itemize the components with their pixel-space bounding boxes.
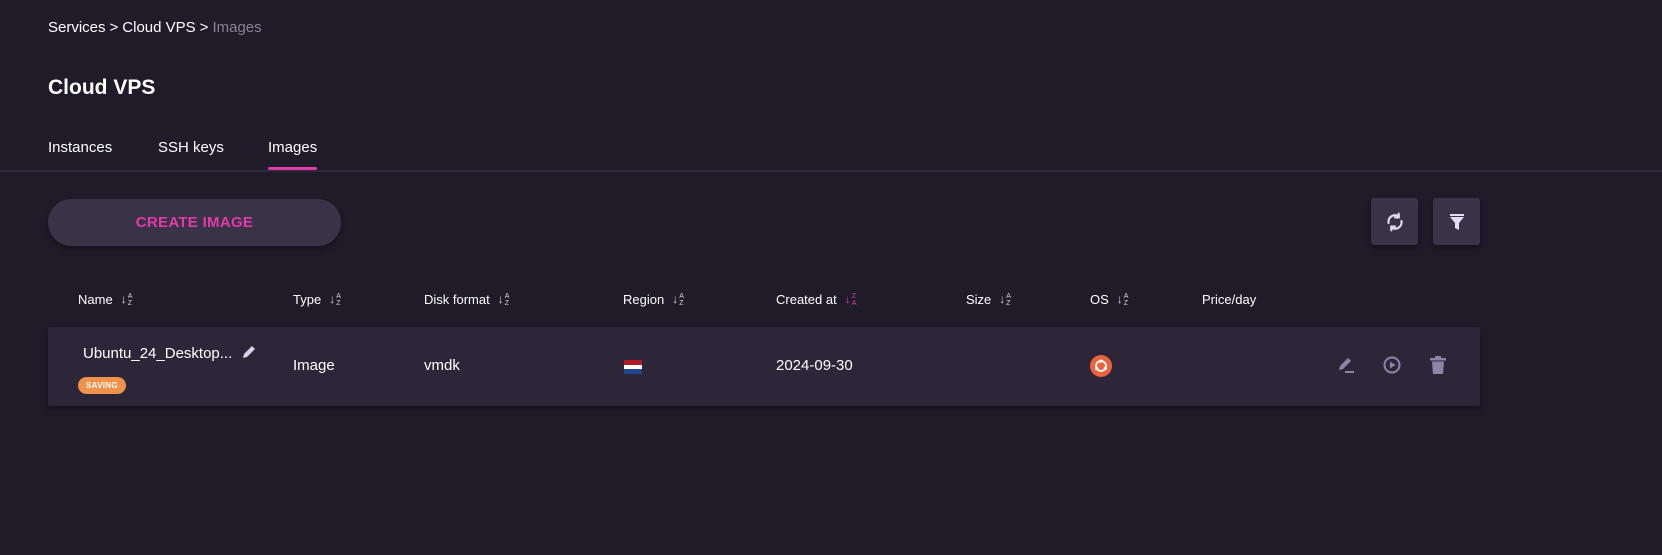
page-title: Cloud VPS bbox=[48, 76, 156, 99]
column-header-region: Region ↓ A Z bbox=[623, 292, 684, 307]
breadcrumb-services[interactable]: Services bbox=[48, 19, 106, 36]
disk-format: vmdk bbox=[424, 357, 460, 374]
sort-icon[interactable]: ↓ A Z bbox=[329, 293, 341, 307]
sort-icon[interactable]: ↓ A Z bbox=[672, 293, 684, 307]
column-label: OS bbox=[1090, 292, 1109, 307]
status-badge: SAVING bbox=[78, 377, 126, 394]
column-label: Region bbox=[623, 292, 665, 307]
sort-icon[interactable]: ↓ A Z bbox=[498, 293, 510, 307]
column-header-type: Type ↓ A Z bbox=[293, 292, 341, 307]
breadcrumb-separator: > bbox=[199, 19, 209, 36]
column-header-os: OS ↓ A Z bbox=[1090, 292, 1128, 307]
table-row[interactable]: Ubuntu_24_Desktop... SAVING Image vmdk 2… bbox=[48, 327, 1480, 406]
ubuntu-icon bbox=[1090, 355, 1112, 377]
column-header-disk-format: Disk format ↓ A Z bbox=[424, 292, 509, 307]
rename-button[interactable] bbox=[240, 343, 258, 361]
start-button[interactable] bbox=[1381, 354, 1403, 376]
refresh-button[interactable] bbox=[1371, 198, 1418, 245]
column-label: Disk format bbox=[424, 292, 490, 307]
created-at: 2024-09-30 bbox=[776, 357, 853, 374]
sort-icon-active[interactable]: ↓ Z A bbox=[845, 293, 857, 307]
filter-button[interactable] bbox=[1433, 198, 1480, 245]
column-label: Price/day bbox=[1202, 292, 1257, 307]
column-header-created-at: Created at ↓ Z A bbox=[776, 292, 856, 307]
sort-icon[interactable]: ↓ A Z bbox=[121, 293, 133, 307]
column-header-name: Name ↓ A Z bbox=[78, 292, 132, 307]
edit-button[interactable] bbox=[1335, 354, 1357, 376]
play-circle-icon bbox=[1383, 356, 1401, 374]
breadcrumb-images: Images bbox=[212, 19, 262, 36]
column-label: Type bbox=[293, 292, 322, 307]
tab-instances[interactable]: Instances bbox=[48, 139, 112, 169]
breadcrumb-separator: > bbox=[109, 19, 119, 36]
column-label: Created at bbox=[776, 292, 837, 307]
netherlands-flag-icon bbox=[624, 360, 642, 375]
breadcrumb-cloud-vps[interactable]: Cloud VPS bbox=[122, 19, 195, 36]
image-name: Ubuntu_24_Desktop... bbox=[83, 345, 233, 362]
create-image-button[interactable]: CREATE IMAGE bbox=[48, 199, 341, 246]
trash-icon bbox=[1430, 356, 1446, 374]
column-label: Name bbox=[78, 292, 113, 307]
tab-ssh-keys[interactable]: SSH keys bbox=[158, 139, 224, 169]
tab-bar: Instances SSH keys Images bbox=[0, 130, 1662, 172]
column-header-size: Size ↓ A Z bbox=[966, 292, 1011, 307]
breadcrumb: Services > Cloud VPS > Images bbox=[48, 19, 262, 36]
image-type: Image bbox=[293, 357, 335, 374]
delete-button[interactable] bbox=[1427, 354, 1449, 376]
edit-icon bbox=[1339, 358, 1354, 373]
sort-icon[interactable]: ↓ A Z bbox=[1117, 293, 1129, 307]
filter-icon bbox=[1449, 213, 1464, 230]
pencil-icon bbox=[243, 346, 255, 358]
column-label: Size bbox=[966, 292, 992, 307]
column-header-price-day: Price/day bbox=[1202, 292, 1256, 307]
refresh-icon bbox=[1386, 212, 1403, 231]
tab-images[interactable]: Images bbox=[268, 139, 318, 170]
sort-icon[interactable]: ↓ A Z bbox=[999, 293, 1011, 307]
